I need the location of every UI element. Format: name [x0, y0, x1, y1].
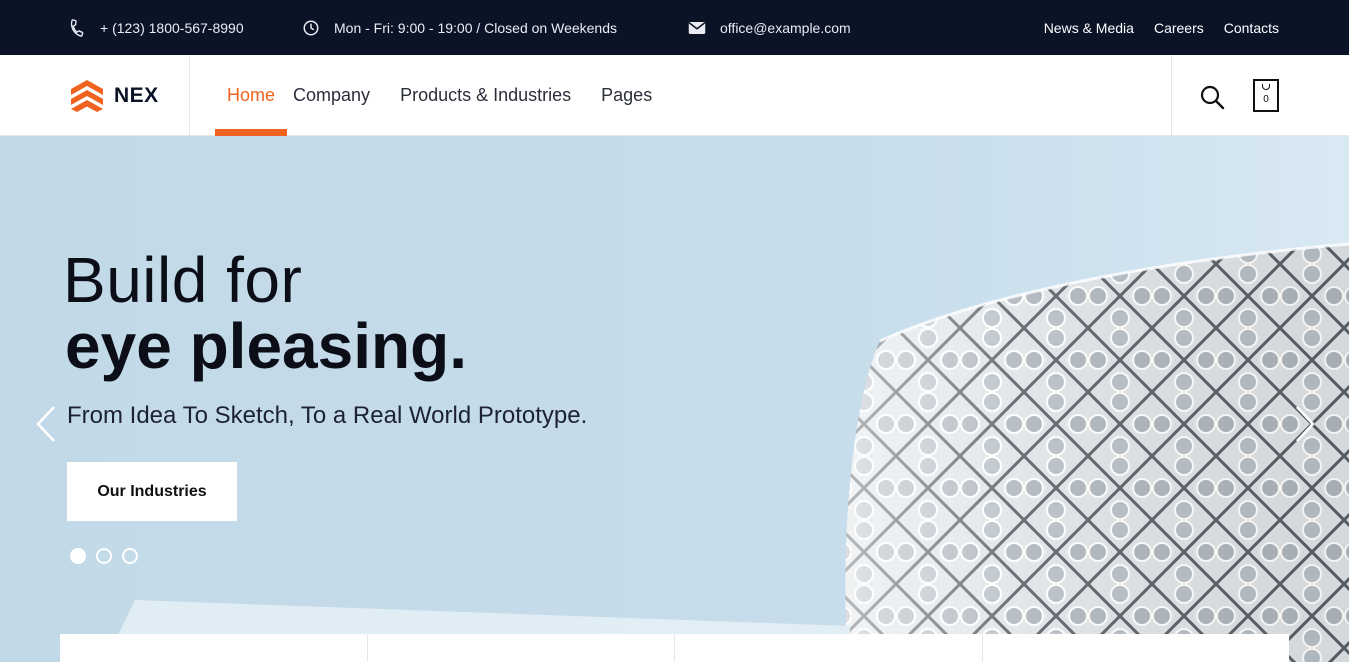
header-divider [189, 55, 190, 135]
email-address[interactable]: office@example.com [720, 20, 851, 36]
feature-card [983, 634, 1290, 662]
hero-subtitle: From Idea To Sketch, To a Real World Pro… [67, 402, 588, 429]
slider-next-button[interactable] [1293, 404, 1317, 444]
slider-dot-1[interactable] [70, 548, 86, 564]
phone-info: + (123) 1800-567-8990 [68, 0, 244, 55]
cart-count: 0 [1263, 94, 1269, 105]
slider-pagination [70, 548, 138, 564]
top-info-bar: + (123) 1800-567-8990 Mon - Fri: 9:00 - … [0, 0, 1349, 55]
hero-title-line2: eye pleasing. [65, 310, 467, 382]
nav-home[interactable]: Home [215, 55, 288, 136]
phone-icon [70, 18, 84, 37]
hours-info: Mon - Fri: 9:00 - 19:00 / Closed on Week… [302, 0, 617, 55]
envelope-icon [688, 21, 706, 34]
logo-icon [71, 80, 103, 112]
feature-card [60, 634, 368, 662]
search-button[interactable] [1198, 83, 1226, 111]
hero-slider: Build for eye pleasing. From Idea To Ske… [0, 136, 1349, 662]
main-nav: Home Company Products & Industries Pages [215, 55, 670, 136]
logo-text: NEX [114, 84, 159, 107]
hero-building-image [700, 136, 1349, 662]
nav-company[interactable]: Company [293, 55, 382, 135]
slider-dot-3[interactable] [122, 548, 138, 564]
header-divider-right [1171, 55, 1172, 135]
shopping-bag-icon [1262, 84, 1270, 90]
slider-prev-button[interactable] [34, 404, 58, 444]
link-careers[interactable]: Careers [1154, 20, 1204, 36]
phone-number[interactable]: + (123) 1800-567-8990 [100, 20, 244, 36]
nav-products-industries[interactable]: Products & Industries [400, 55, 583, 135]
link-contacts[interactable]: Contacts [1224, 20, 1279, 36]
main-header: NEX Home Company Products & Industries P… [0, 55, 1349, 136]
feature-card [368, 634, 675, 662]
link-news-media[interactable]: News & Media [1044, 20, 1134, 36]
slider-dot-2[interactable] [96, 548, 112, 564]
our-industries-button[interactable]: Our Industries [67, 462, 237, 521]
utility-links: News & Media Careers Contacts [1044, 0, 1279, 55]
cart-button[interactable]: 0 [1253, 79, 1279, 112]
logo[interactable]: NEX [69, 78, 159, 114]
email-info: office@example.com [688, 0, 851, 55]
feature-card [675, 634, 983, 662]
opening-hours: Mon - Fri: 9:00 - 19:00 / Closed on Week… [334, 19, 617, 36]
clock-icon [303, 20, 319, 35]
feature-cards-strip [60, 634, 1289, 662]
chevron-left-icon [36, 406, 55, 442]
search-icon [1200, 85, 1225, 110]
chevron-right-icon [1296, 406, 1315, 442]
nav-pages[interactable]: Pages [601, 55, 664, 135]
